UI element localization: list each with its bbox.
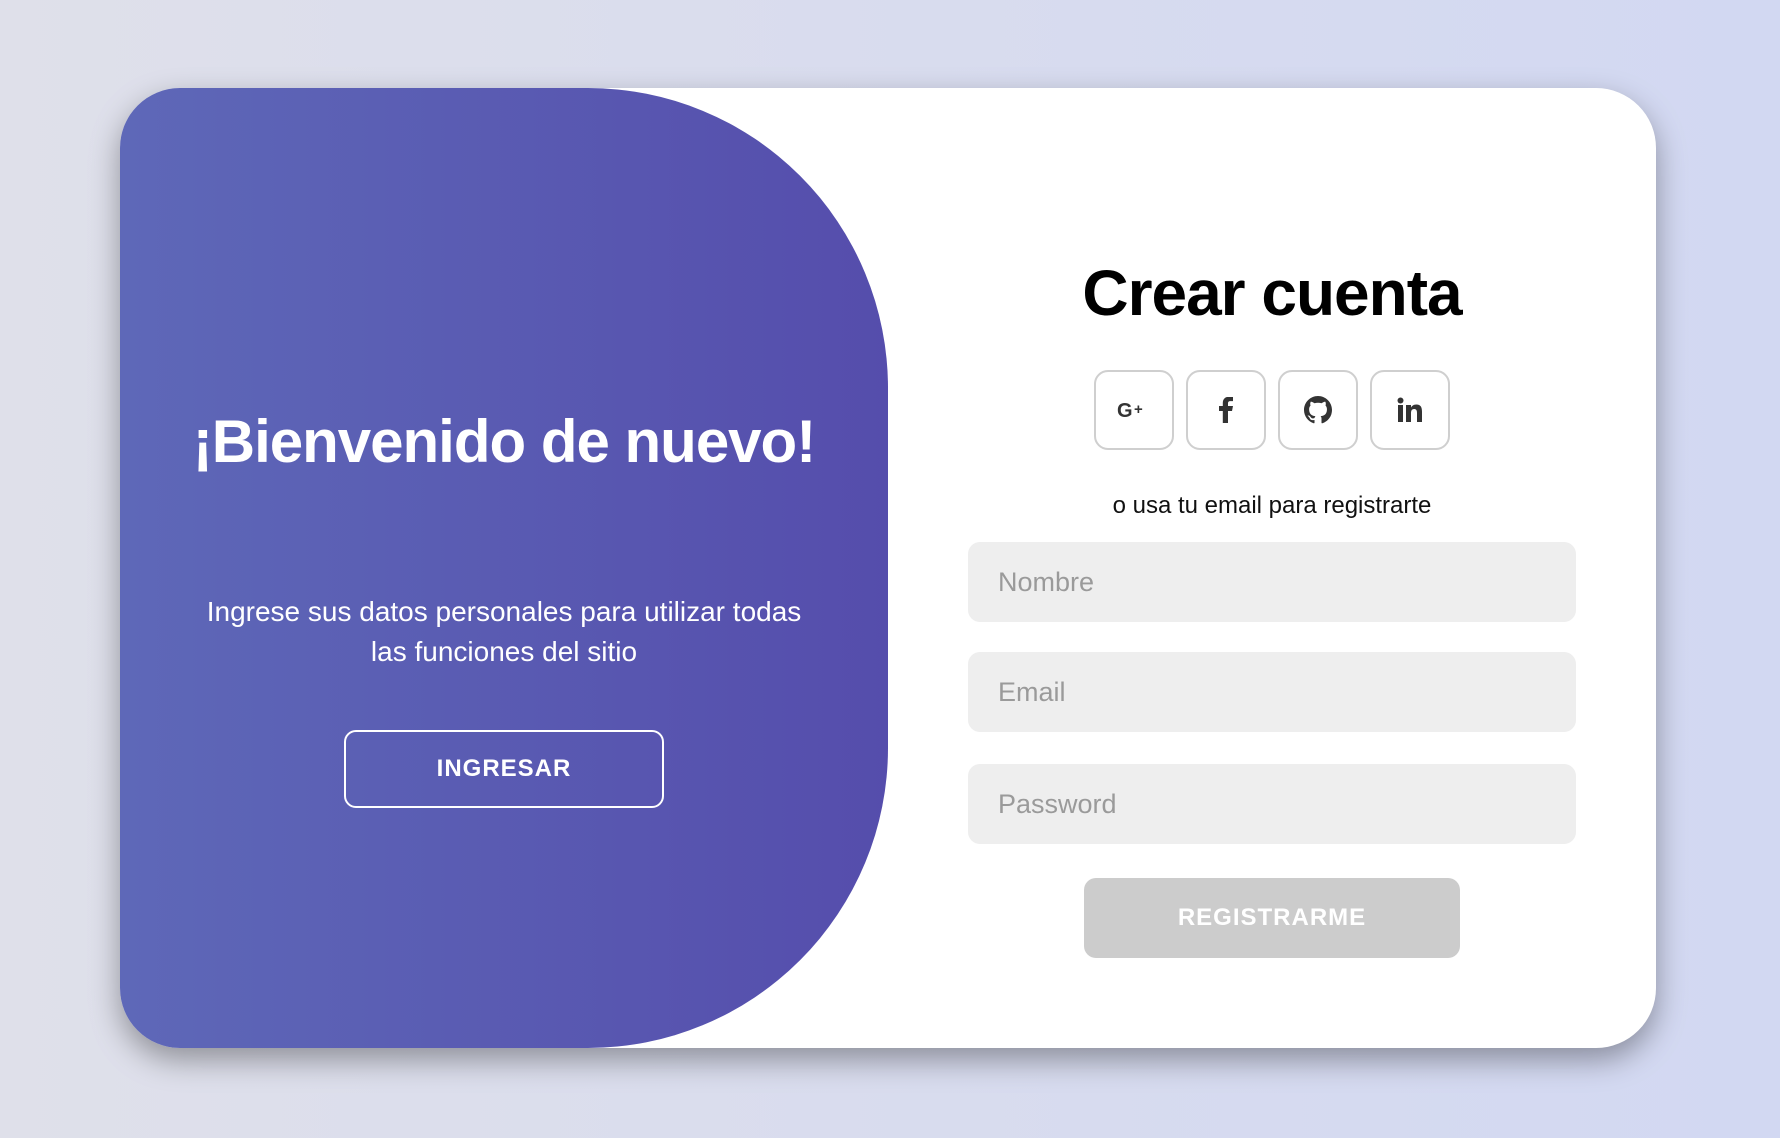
password-input[interactable] xyxy=(968,764,1576,844)
google-plus-button[interactable]: G + xyxy=(1094,370,1174,450)
svg-text:G: G xyxy=(1117,400,1133,422)
login-button[interactable]: INGRESAR xyxy=(344,730,664,808)
linkedin-button[interactable] xyxy=(1370,370,1450,450)
social-buttons: G + xyxy=(888,370,1656,450)
github-button[interactable] xyxy=(1278,370,1358,450)
signup-subtitle: o usa tu email para registrarte xyxy=(1112,492,1432,519)
email-input[interactable] xyxy=(968,652,1576,732)
name-input[interactable] xyxy=(968,542,1576,622)
welcome-panel: ¡Bienvenido de nuevo! Ingrese sus datos … xyxy=(120,88,888,1048)
register-button[interactable]: REGISTRARME xyxy=(1084,878,1460,958)
signup-title: Crear cuenta xyxy=(1082,257,1462,329)
facebook-button[interactable] xyxy=(1186,370,1266,450)
auth-card: ¡Bienvenido de nuevo! Ingrese sus datos … xyxy=(120,88,1656,1048)
github-icon xyxy=(1304,396,1332,424)
welcome-text: Ingrese sus datos personales para utiliz… xyxy=(206,596,802,667)
google-plus-icon: G + xyxy=(1117,400,1143,422)
linkedin-icon xyxy=(1397,397,1422,422)
svg-text:+: + xyxy=(1134,401,1143,418)
welcome-title: ¡Bienvenido de nuevo! xyxy=(192,408,816,475)
facebook-icon xyxy=(1219,397,1233,423)
signup-panel: Crear cuenta G + o usa tu email para reg… xyxy=(888,88,1656,1048)
